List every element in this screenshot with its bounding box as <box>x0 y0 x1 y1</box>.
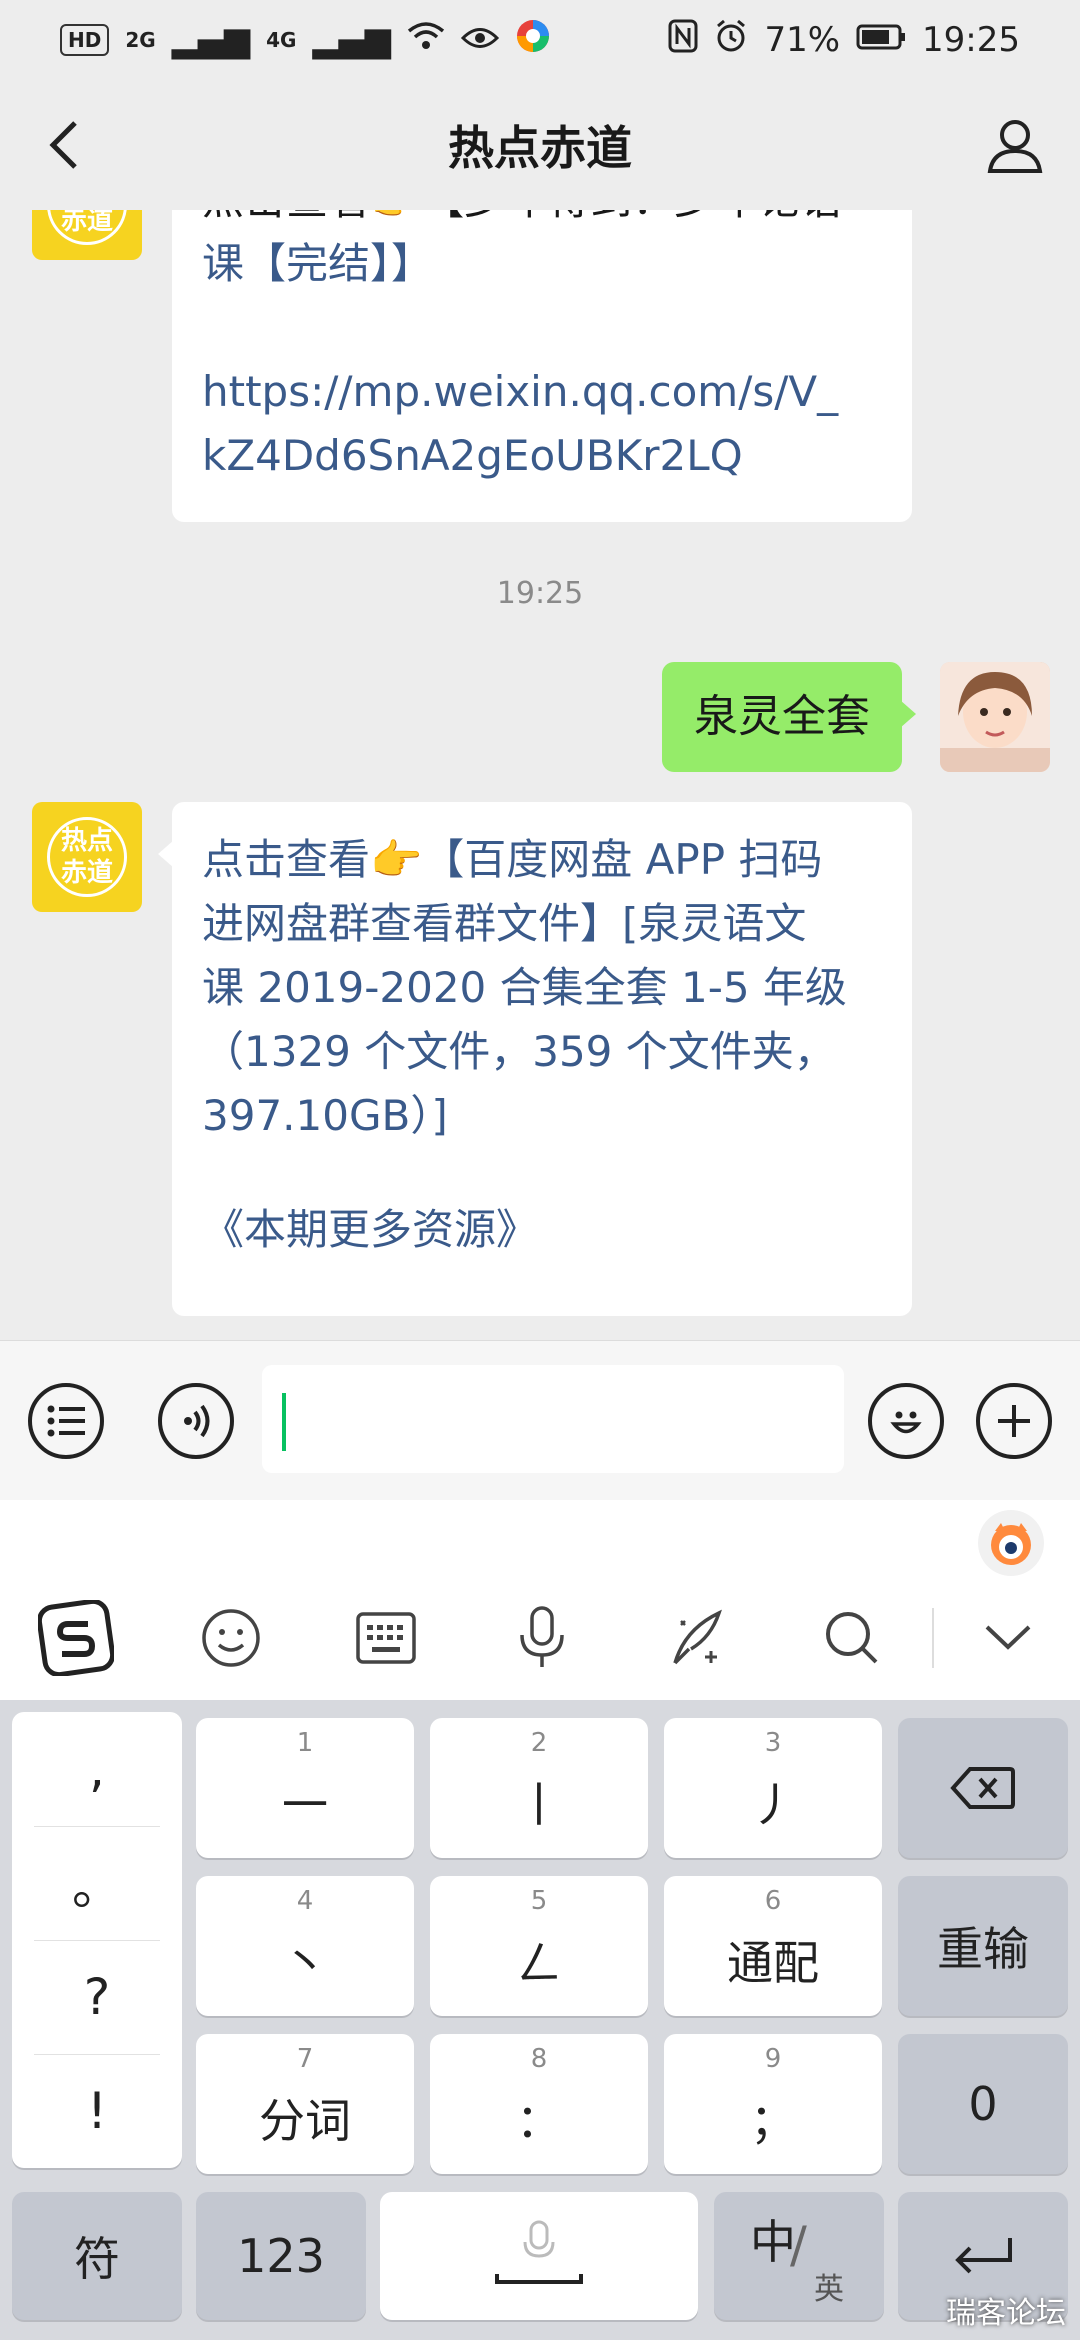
chat-title: 热点赤道 <box>448 121 632 175</box>
my-message-bubble[interactable]: 泉灵全套 <box>662 662 916 772</box>
emoji-tool-button[interactable] <box>191 1598 271 1678</box>
message-timestamp: 19:25 <box>496 576 584 611</box>
key-9[interactable]: 9 ； <box>664 2034 882 2174</box>
sogou-s-icon <box>38 1600 114 1676</box>
menu-button[interactable] <box>28 1383 104 1459</box>
language-sub-label: 英 <box>814 2272 844 2307</box>
more-actions-button[interactable] <box>976 1383 1052 1459</box>
smile-icon <box>202 1609 260 1667</box>
contact-avatar[interactable]: 热点赤道 <box>32 210 142 260</box>
nfc-icon <box>668 19 698 62</box>
keyboard-mascot-icon[interactable] <box>978 1510 1044 1576</box>
numeric-key[interactable]: 123 <box>196 2192 366 2320</box>
voice-wave-icon <box>184 1404 210 1438</box>
search-tool-button[interactable] <box>812 1598 892 1678</box>
message-2-line-2: 进网盘群查看群文件】[泉灵语文 <box>202 899 807 948</box>
quill-icon <box>673 1609 722 1665</box>
language-slash: / <box>790 2216 807 2274</box>
chevron-left-icon <box>49 121 77 169</box>
keyboard-toolbar <box>0 1500 1080 1700</box>
key-2[interactable]: 2 丨 <box>430 1718 648 1858</box>
punct-key-exclaim[interactable]: ! <box>12 2054 182 2168</box>
network-4g-label: 4G <box>266 28 297 52</box>
message-text-input[interactable] <box>262 1365 844 1473</box>
punct-key-period[interactable]: 。 <box>12 1826 182 1940</box>
chat-info-button[interactable] <box>980 110 1050 180</box>
plus-icon <box>998 1405 1030 1437</box>
message-1-link-part-1[interactable]: https://mp.weixin.qq.com/s/V_ <box>202 360 882 424</box>
status-bar: HD 2G ▂▄▆ 4G ▂▄▆ 71% 19:25 <box>0 0 1080 80</box>
contact-avatar-2[interactable]: 热点 赤道 <box>32 802 142 912</box>
key-3[interactable]: 3 丿 <box>664 1718 882 1858</box>
hd-badge: HD <box>60 24 110 56</box>
message-2-line-4: （1329 个文件，359 个文件夹， <box>202 1027 836 1076</box>
eye-icon <box>460 20 500 60</box>
chat-header: 热点赤道 <box>0 80 1080 210</box>
key-1[interactable]: 1 一 <box>196 1718 414 1858</box>
language-switch-key[interactable]: 中 / 英 <box>714 2192 884 2320</box>
status-right: 71% 19:25 <box>668 19 1020 62</box>
status-time: 19:25 <box>922 20 1020 60</box>
signal-icon: ▂▄▆ <box>171 20 251 60</box>
punct-key-comma[interactable]: , <box>12 1712 182 1826</box>
key-8[interactable]: 8 ： <box>430 2034 648 2174</box>
message-1-link-part-2[interactable]: kZ4Dd6SnA2gEoUBKr2LQ <box>202 424 882 488</box>
keyboard-icon <box>356 1612 416 1664</box>
reenter-key[interactable]: 重输 <box>898 1876 1068 2016</box>
symbol-key[interactable]: 符 <box>12 2192 182 2320</box>
microphone-icon <box>520 1606 564 1667</box>
toolbar-divider <box>932 1608 934 1668</box>
user-icon <box>987 120 1043 173</box>
back-button[interactable] <box>30 110 100 180</box>
space-key[interactable] <box>380 2192 698 2320</box>
avatar-photo <box>940 662 1050 772</box>
message-bubble-1[interactable]: 点击查看👉【少年得到：少年论语 课【完结】】 https://mp.weixin… <box>172 210 912 522</box>
wifi-icon <box>407 20 445 60</box>
text-caret <box>282 1393 286 1451</box>
chevron-down-icon <box>985 1625 1031 1650</box>
punctuation-column: , 。 ? ! <box>12 1712 182 2168</box>
punct-key-question[interactable]: ? <box>12 1940 182 2054</box>
collapse-keyboard-button[interactable] <box>968 1598 1048 1678</box>
keyboard: , 。 ? ! 1 一 2 丨 3 丿 4 丶 5 ㄥ 6 通配 重输 7 分词 <box>0 1700 1080 2340</box>
forum-watermark: 瑞客论坛 <box>946 2296 1066 2331</box>
my-avatar[interactable] <box>940 662 1050 772</box>
key-5[interactable]: 5 ㄥ <box>430 1876 648 2016</box>
battery-icon <box>856 20 906 60</box>
signal-icon-2: ▂▄▆ <box>312 20 391 60</box>
zero-key[interactable]: 0 <box>898 2034 1068 2174</box>
message-2-line-1: 点击查看👉【百度网盘 APP 扫码 <box>202 835 823 884</box>
backspace-key[interactable] <box>898 1718 1068 1858</box>
message-bubble-2[interactable]: 点击查看👉【百度网盘 APP 扫码 进网盘群查看群文件】[泉灵语文 课 2019… <box>158 802 912 1316</box>
battery-percent: 71% <box>764 20 841 60</box>
smiley-icon <box>890 1411 922 1434</box>
app-color-icon <box>515 18 551 63</box>
key-4[interactable]: 4 丶 <box>196 1876 414 2016</box>
alarm-icon <box>714 19 748 62</box>
voice-button[interactable] <box>158 1383 234 1459</box>
enter-icon <box>955 2238 1012 2274</box>
message-1-line-2: 课【完结】】 <box>202 239 434 288</box>
list-icon <box>47 1405 85 1437</box>
status-left: HD 2G ▂▄▆ 4G ▂▄▆ <box>60 18 551 63</box>
key-6[interactable]: 6 通配 <box>664 1876 882 2016</box>
sogou-logo-button[interactable] <box>36 1598 116 1678</box>
more-resources-link[interactable]: 《本期更多资源》 <box>202 1198 882 1262</box>
network-2g-label: 2G <box>125 28 156 52</box>
emoji-button[interactable] <box>868 1383 944 1459</box>
message-1-line-1: 点击查看👉【少年得到：少年论语 <box>202 210 882 232</box>
handwriting-button[interactable] <box>658 1598 738 1678</box>
message-2-line-3: 课 2019-2020 合集全套 1-5 年级 <box>202 963 847 1012</box>
message-input-bar <box>0 1340 1080 1500</box>
voice-input-button[interactable] <box>502 1598 582 1678</box>
chat-messages[interactable]: 热点赤道 点击查看👉【少年得到：少年论语 课【完结】】 https://mp.w… <box>0 210 1080 1340</box>
search-icon <box>826 1612 878 1664</box>
keyboard-layout-button[interactable] <box>346 1598 426 1678</box>
backspace-icon <box>950 1767 1015 1809</box>
key-7[interactable]: 7 分词 <box>196 2034 414 2174</box>
message-2-line-5: 397.10GB）] <box>202 1091 448 1140</box>
space-mic-icon <box>495 2220 583 2284</box>
